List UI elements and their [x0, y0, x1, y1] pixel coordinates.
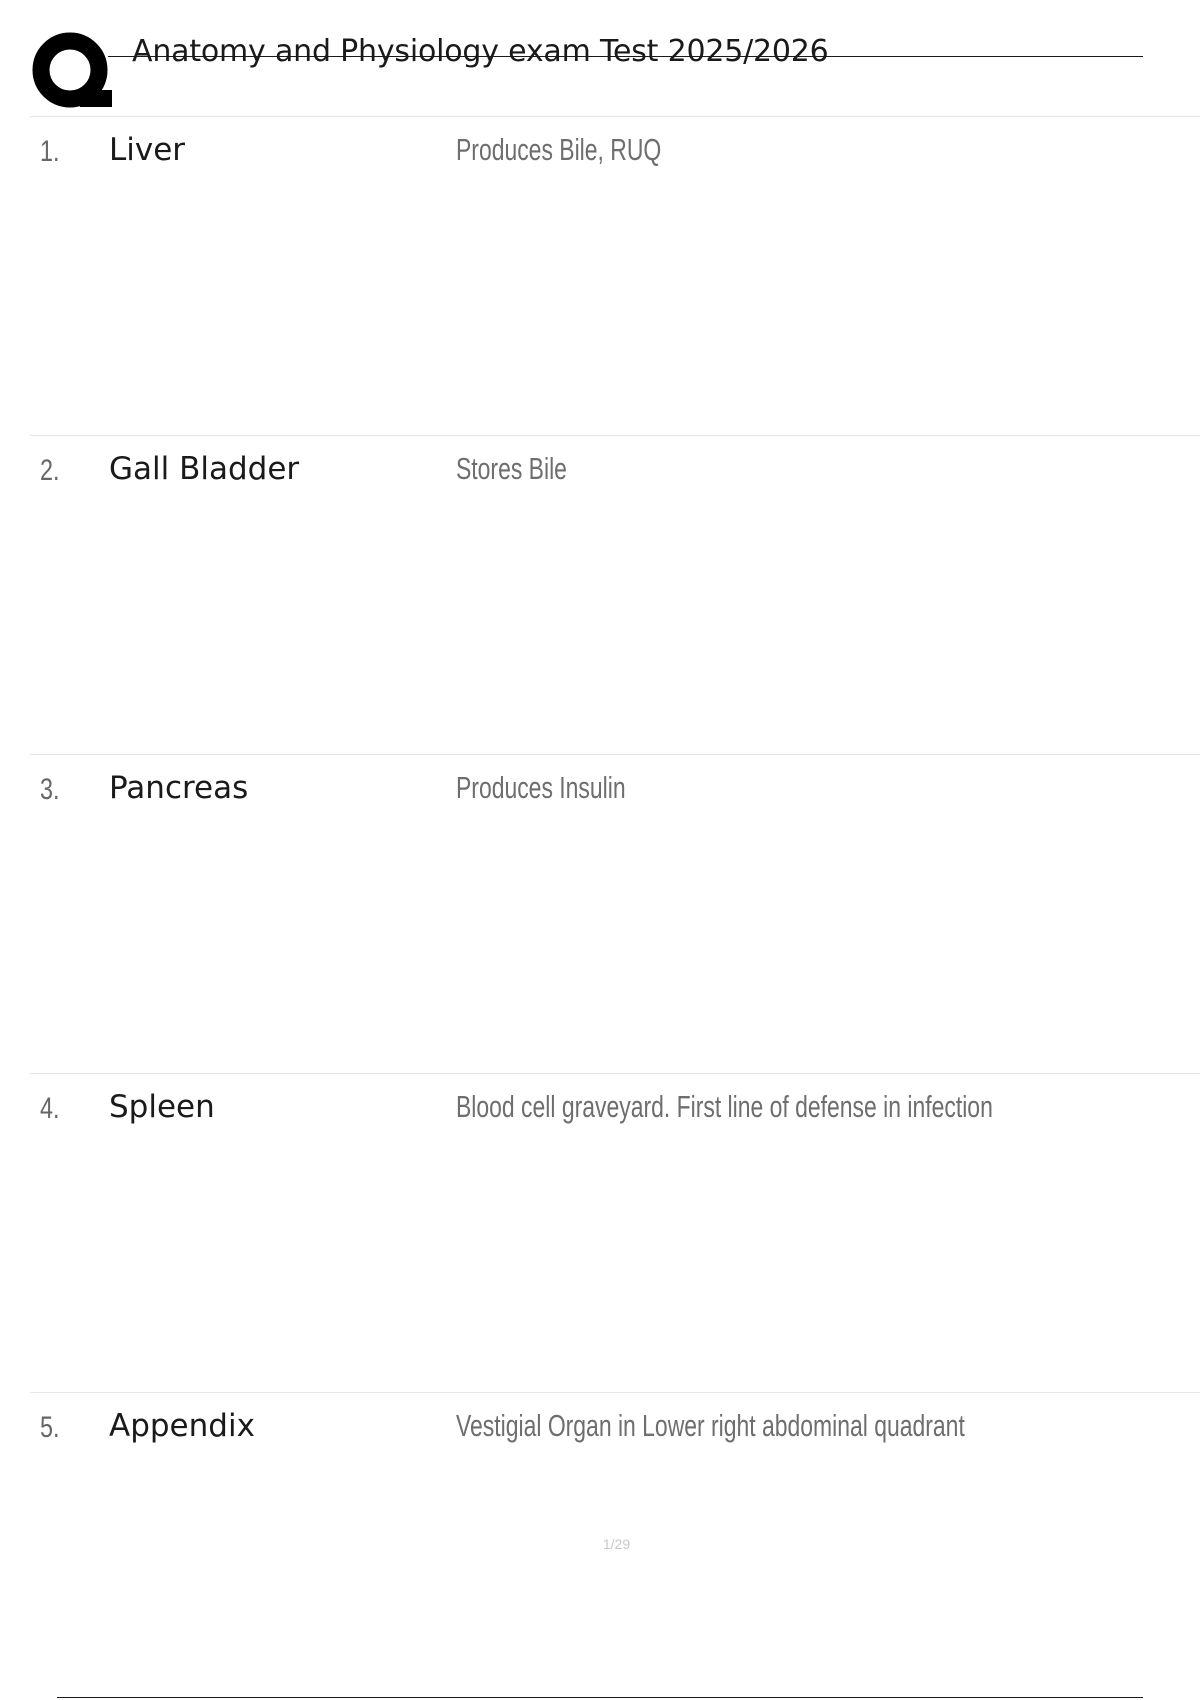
- footer-rule: [57, 1697, 1143, 1698]
- card-number: 3.: [40, 773, 60, 806]
- flashcard-row: 3. Pancreas Produces Insulin: [30, 754, 1200, 1073]
- card-number: 4.: [40, 1092, 60, 1125]
- card-number: 5.: [40, 1411, 60, 1444]
- card-term: Gall Bladder: [109, 451, 300, 487]
- flashcard-list: 1. Liver Produces Bile, RUQ 2. Gall Blad…: [30, 116, 1200, 1700]
- flashcard-row: 2. Gall Bladder Stores Bile: [30, 435, 1200, 754]
- flashcard-row: 4. Spleen Blood cell graveyard. First li…: [30, 1073, 1200, 1392]
- card-definition: Blood cell graveyard. First line of defe…: [456, 1089, 993, 1124]
- card-term: Liver: [109, 132, 186, 168]
- card-number: 1.: [40, 135, 60, 168]
- flashcard-row: 1. Liver Produces Bile, RUQ: [30, 116, 1200, 435]
- card-term: Pancreas: [109, 770, 249, 806]
- card-term: Appendix: [109, 1408, 255, 1444]
- card-definition: Stores Bile: [456, 451, 567, 486]
- card-number: 2.: [40, 454, 60, 487]
- card-definition: Produces Bile, RUQ: [456, 132, 662, 167]
- card-definition: Produces Insulin: [456, 770, 626, 805]
- document-title: Anatomy and Physiology exam Test 2025/20…: [132, 34, 829, 69]
- card-term: Spleen: [109, 1089, 215, 1125]
- page-number: 1/29: [602, 1536, 631, 1552]
- card-definition: Vestigial Organ in Lower right abdominal…: [456, 1408, 965, 1443]
- brand-logo-icon: [32, 32, 112, 112]
